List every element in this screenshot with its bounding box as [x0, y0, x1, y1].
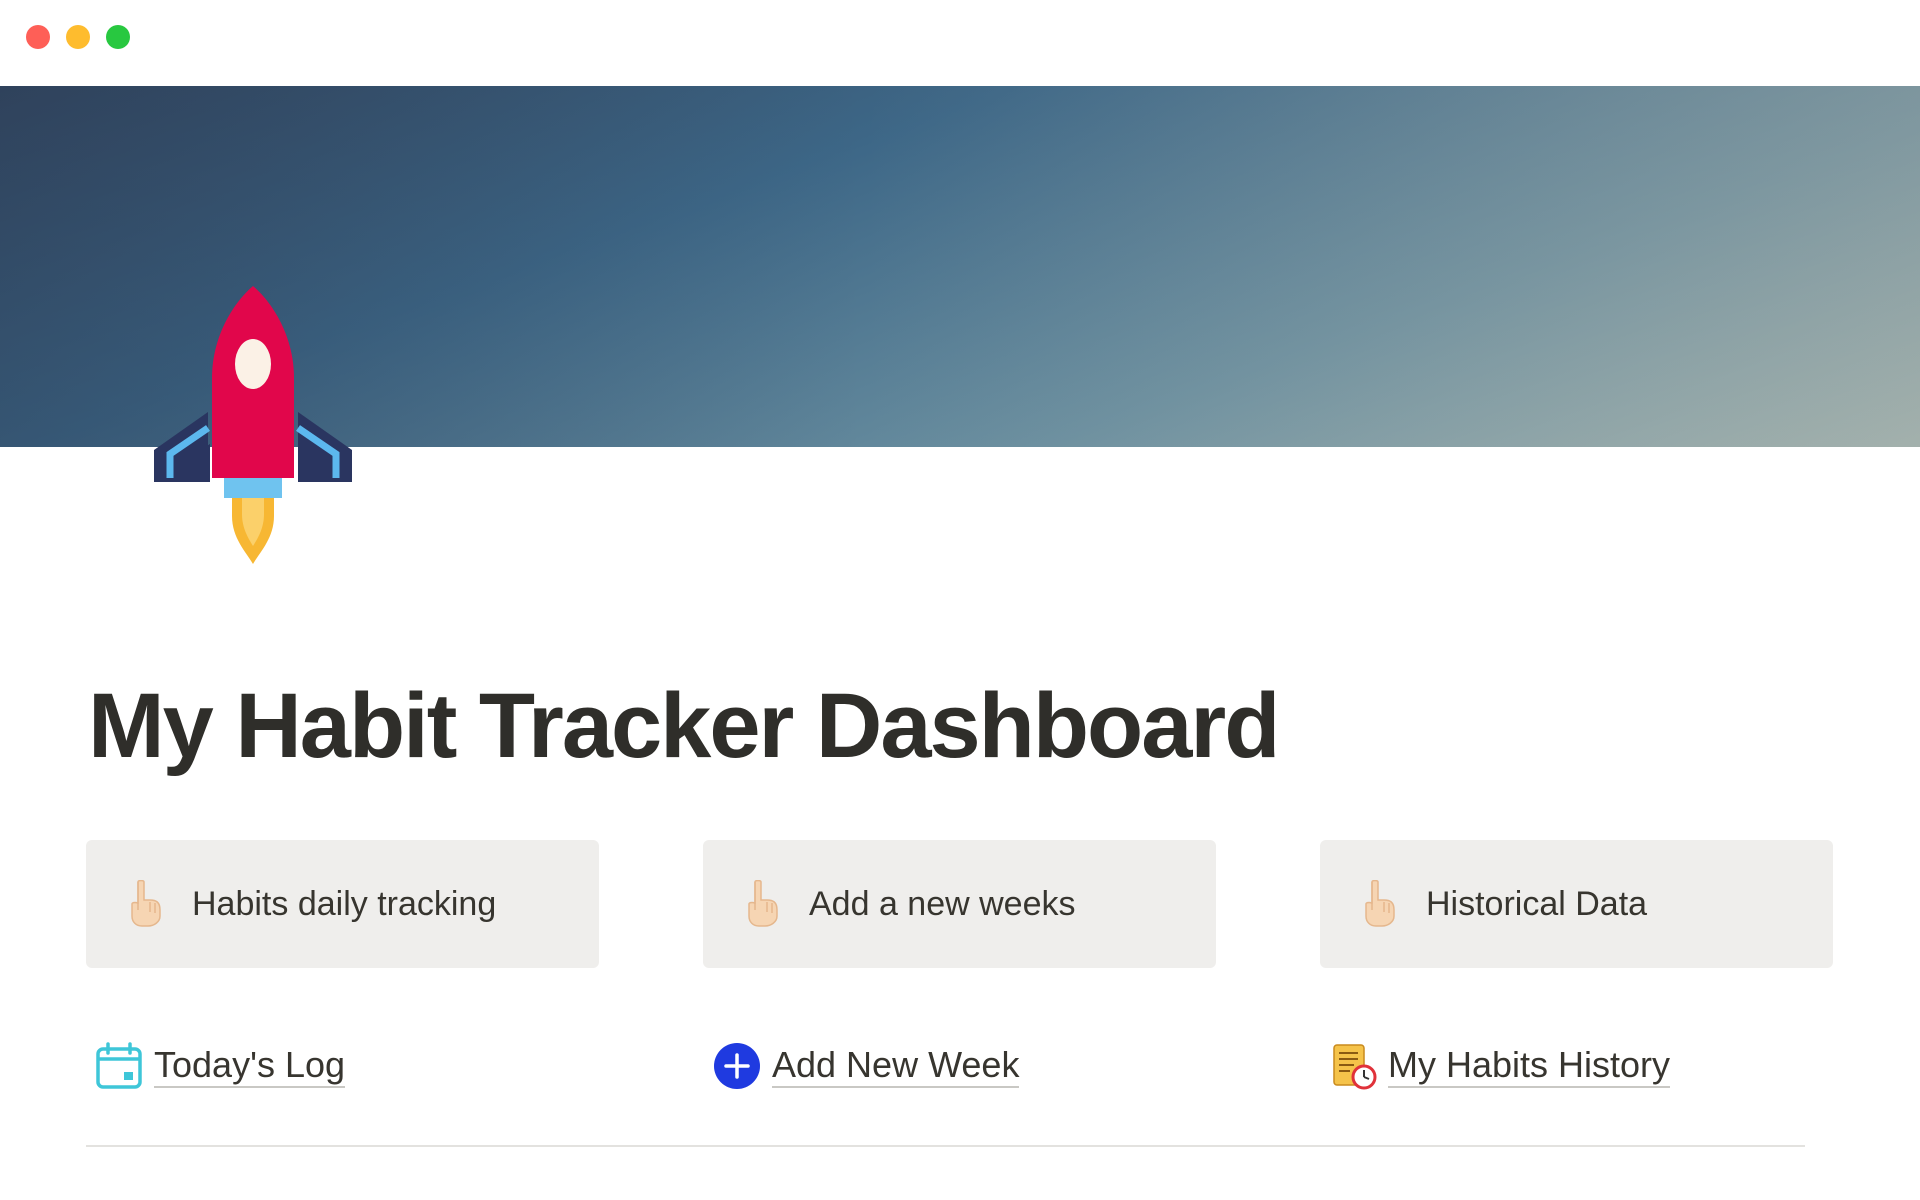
callout-row: Habits daily tracking Add a new weeks Hi…	[86, 840, 1834, 968]
pointing-down-hand-icon	[741, 879, 783, 928]
link-label[interactable]: My Habits History	[1388, 1044, 1671, 1088]
divider	[86, 1145, 1805, 1147]
link-label[interactable]: Today's Log	[154, 1044, 346, 1088]
callout-habits-daily-tracking[interactable]: Habits daily tracking	[86, 840, 599, 968]
app-window: My Habit Tracker Dashboard Habits daily …	[0, 0, 1920, 1200]
callout-add-new-weeks[interactable]: Add a new weeks	[703, 840, 1216, 968]
page-links-row: Today's Log Add New Week My Habits Histo…	[86, 1036, 1834, 1096]
callout-label: Historical Data	[1426, 884, 1648, 923]
calendar-icon	[94, 1041, 144, 1091]
link-my-habits-history[interactable]: My Habits History	[1328, 1036, 1671, 1096]
scroll-clock-icon	[1328, 1041, 1378, 1091]
page-title[interactable]: My Habit Tracker Dashboard	[88, 675, 1280, 777]
callout-label: Habits daily tracking	[192, 884, 497, 923]
close-window-button[interactable]	[26, 25, 50, 49]
minimize-window-button[interactable]	[66, 25, 90, 49]
link-label[interactable]: Add New Week	[772, 1044, 1020, 1088]
rocket-icon[interactable]	[150, 282, 356, 564]
link-todays-log[interactable]: Today's Log	[94, 1036, 346, 1096]
link-add-new-week[interactable]: Add New Week	[712, 1036, 1020, 1096]
title-bar	[0, 0, 1920, 86]
callout-historical-data[interactable]: Historical Data	[1320, 840, 1833, 968]
plus-circle-icon	[712, 1041, 762, 1091]
callout-label: Add a new weeks	[809, 884, 1076, 923]
maximize-window-button[interactable]	[106, 25, 130, 49]
pointing-down-hand-icon	[1358, 879, 1400, 928]
pointing-down-hand-icon	[124, 879, 166, 928]
